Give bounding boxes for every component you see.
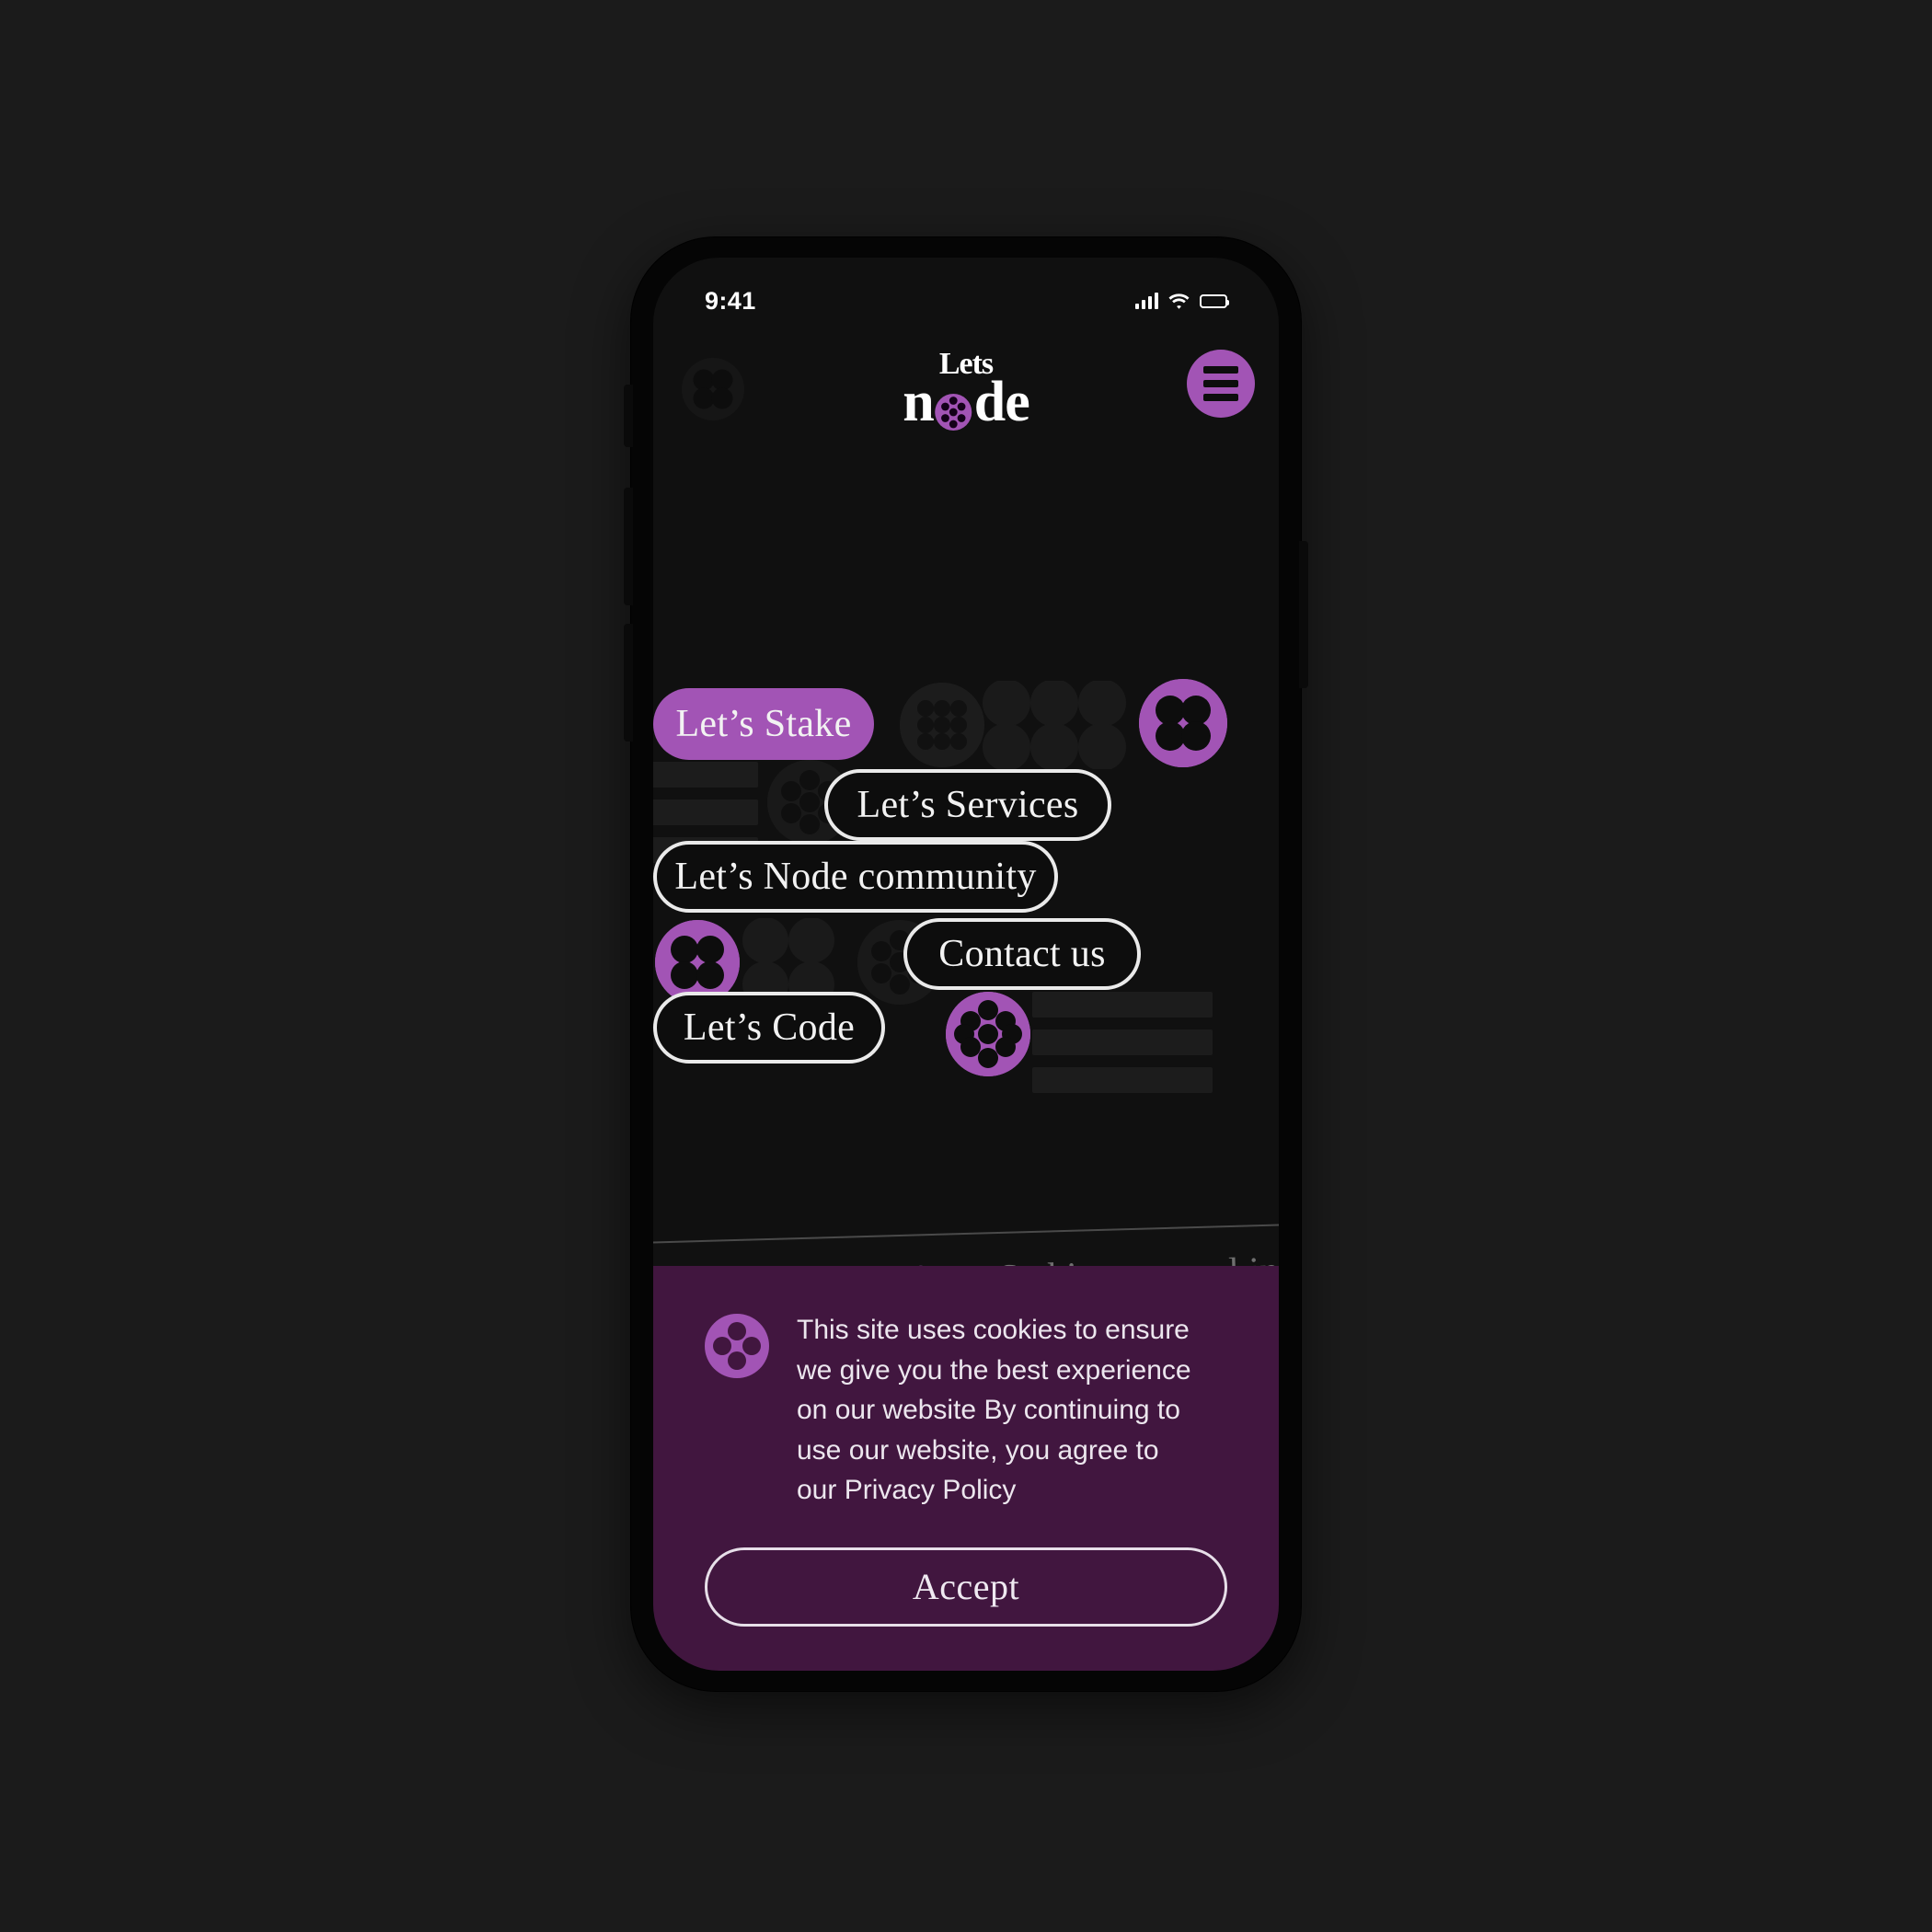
menu-bar-1 bbox=[1203, 366, 1238, 374]
nine-dot-purple-badge-icon bbox=[946, 992, 1030, 1076]
status-bar: 9:41 bbox=[653, 258, 1279, 324]
nav-pill-contact-us[interactable]: Contact us bbox=[903, 918, 1141, 990]
signal-bars-icon bbox=[1135, 293, 1158, 309]
app-header: Lets n de bbox=[653, 339, 1279, 449]
screenshot-canvas: 9:41 Lets n de Let’s Stake Let’s Service… bbox=[0, 0, 1932, 1932]
phone-frame: 9:41 Lets n de Let’s Stake Let’s Service… bbox=[624, 237, 1308, 1691]
four-dot-badge-icon bbox=[679, 355, 747, 423]
nav-pill-lets-services[interactable]: Let’s Services bbox=[824, 769, 1111, 841]
cookie-message-text: This site uses cookies to ensure we give… bbox=[797, 1315, 1191, 1505]
wifi-icon bbox=[1168, 293, 1190, 309]
status-icon-group bbox=[1135, 293, 1229, 309]
cookie-consent-banner: This site uses cookies to ensure we give… bbox=[653, 1266, 1279, 1671]
nav-pill-label: Let’s Node community bbox=[674, 856, 1037, 898]
menu-bar-3 bbox=[1203, 394, 1238, 401]
nine-dot-dark-badge-icon bbox=[900, 683, 984, 767]
nav-pill-lets-stake[interactable]: Let’s Stake bbox=[653, 688, 874, 760]
status-clock: 9:41 bbox=[705, 286, 756, 315]
battery-icon bbox=[1200, 293, 1229, 308]
nav-pill-lets-node-community[interactable]: Let’s Node community bbox=[653, 841, 1058, 913]
phone-screen: 9:41 Lets n de Let’s Stake Let’s Service… bbox=[653, 258, 1279, 1671]
silent-switch[interactable] bbox=[624, 385, 633, 447]
logo-node-text: n de bbox=[903, 371, 1030, 434]
nav-pill-label: Let’s Code bbox=[683, 1006, 856, 1049]
lets-node-logo[interactable]: Lets n de bbox=[903, 348, 1030, 434]
nav-pill-lets-code[interactable]: Let’s Code bbox=[653, 992, 885, 1064]
cookie-clover-icon bbox=[705, 1314, 769, 1378]
cookie-banner-content: This site uses cookies to ensure we give… bbox=[705, 1310, 1227, 1511]
nav-pill-label: Let’s Stake bbox=[675, 703, 852, 745]
nav-pill-area: Let’s Stake Let’s Services Let’s Node co… bbox=[653, 679, 1279, 1093]
quatrefoil-dark-badge-icon bbox=[981, 679, 1148, 771]
volume-down-button[interactable] bbox=[624, 624, 633, 742]
accept-cookies-button[interactable]: Accept bbox=[705, 1547, 1227, 1627]
nav-pill-label: Contact us bbox=[938, 933, 1106, 975]
logo-node-n: n bbox=[903, 371, 934, 434]
volume-up-button[interactable] bbox=[624, 488, 633, 605]
stripe-bars-icon-2 bbox=[1032, 992, 1213, 1093]
hamburger-menu-icon[interactable] bbox=[1187, 350, 1255, 418]
nav-pill-label: Let’s Services bbox=[857, 784, 1079, 826]
logo-node-de: de bbox=[973, 371, 1030, 434]
logo-node-o-icon bbox=[935, 387, 973, 431]
menu-bar-2 bbox=[1203, 380, 1238, 387]
power-button[interactable] bbox=[1299, 541, 1308, 688]
four-dot-purple-badge-icon bbox=[1139, 679, 1227, 767]
